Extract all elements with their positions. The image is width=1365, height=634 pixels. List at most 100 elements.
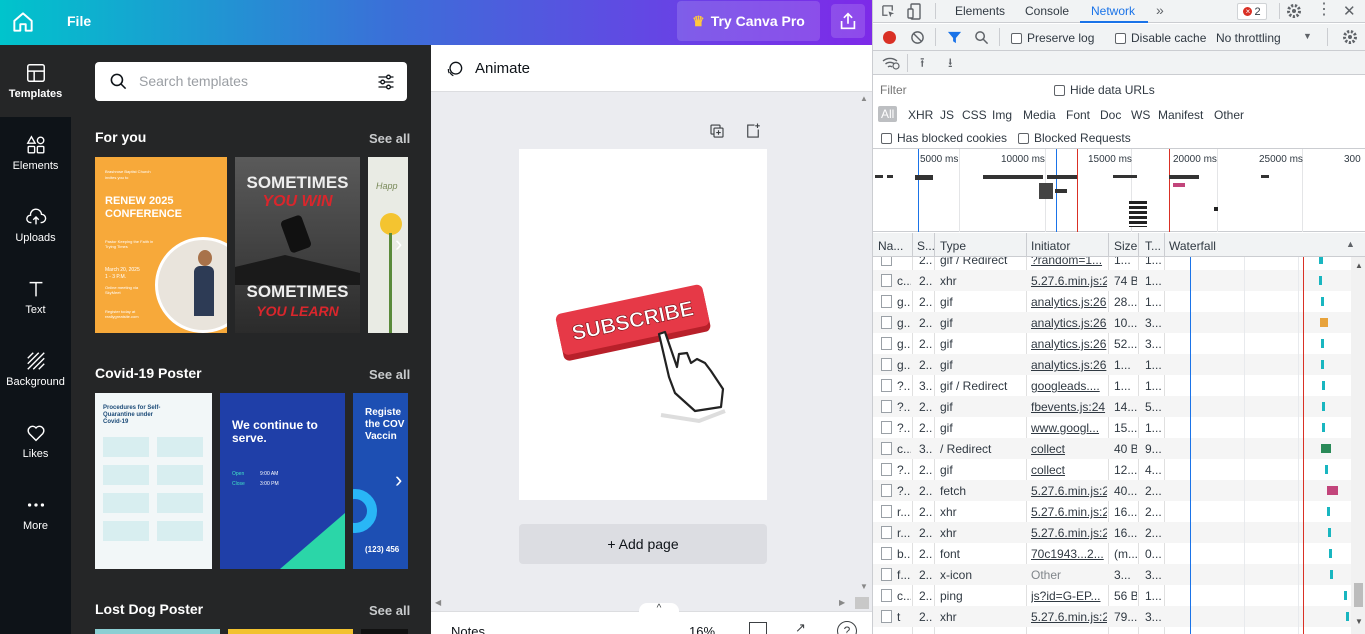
filter-type-media[interactable]: Media [1023,108,1056,122]
design-page[interactable]: SUBSCRIBE [519,149,767,500]
share-button[interactable] [831,4,865,38]
filter-type-img[interactable]: Img [992,108,1012,122]
chevron-up-icon[interactable]: ^ [639,603,679,615]
filter-type-all[interactable]: All [878,106,898,122]
preserve-log-checkbox[interactable]: Preserve log [1011,31,1094,45]
search-icon[interactable] [974,30,989,45]
network-conditions-icon[interactable] [882,56,900,70]
rail-elements[interactable]: Elements [0,117,71,189]
request-initiator[interactable]: analytics.js:26 [1031,358,1107,372]
request-initiator[interactable]: collect [1031,442,1107,456]
notes-button[interactable]: Notes [451,624,485,634]
template-thumbnail[interactable] [228,629,353,634]
network-request-row[interactable]: g... 2... gif analytics.js:26 28... 1... [873,291,1351,312]
column-status[interactable]: S... [917,239,935,253]
network-request-row[interactable]: g... 2... gif analytics.js:26 1... 1... [873,354,1351,375]
template-thumbnail[interactable]: We continue to serve. Open 9:00 AM Close… [220,393,345,569]
template-thumbnail[interactable]: Brashrose Baptist Church invites you to … [95,157,227,333]
editor-vertical-scrollbar[interactable]: ▲ ▼ [856,92,872,612]
filter-icon[interactable] [947,30,962,45]
network-overview-timeline[interactable]: 5000 ms 10000 ms 15000 ms 20000 ms 25000… [873,149,1365,232]
template-thumbnail[interactable] [361,629,408,634]
network-settings-gear-icon[interactable] [1342,29,1358,45]
network-request-row[interactable]: f... 2... x-icon Other 3... 3... [873,564,1351,585]
column-time[interactable]: T... [1145,239,1161,253]
filter-type-xhr[interactable]: XHR [908,108,933,122]
device-toolbar-icon[interactable] [907,3,923,20]
request-initiator[interactable]: fbevents.js:24 [1031,400,1107,414]
request-initiator[interactable]: analytics.js:26 [1031,337,1107,351]
template-thumbnail[interactable]: SOMETIMES YOU WIN SOMETIMES YOU LEARN [235,157,360,333]
network-request-row[interactable]: b... 2... font 70c1943...2... (m... 0... [873,543,1351,564]
request-initiator[interactable]: 5.27.6.min.js:2 [1031,484,1107,498]
gear-icon[interactable] [1286,3,1302,19]
inspect-element-icon[interactable] [881,4,896,19]
network-request-row[interactable]: r... 2... xhr 5.27.6.min.js:2 16... 2... [873,522,1351,543]
pages-icon[interactable] [749,622,767,634]
try-canva-pro-button[interactable]: ♛ Try Canva Pro [677,1,820,41]
filter-type-doc[interactable]: Doc [1100,108,1121,122]
tab-network[interactable]: Network [1091,4,1135,18]
column-waterfall[interactable]: Waterfall [1169,239,1216,253]
duplicate-page-icon[interactable] [708,122,726,140]
search-templates-input[interactable]: Search templates [95,62,407,101]
request-initiator[interactable]: googleads.... [1031,379,1107,393]
request-initiator[interactable]: 5.27.6.min.js:2 [1031,610,1107,624]
network-request-row[interactable]: r... 2... xhr 5.27.6.min.js:2 16... 2... [873,501,1351,522]
network-request-row[interactable]: c... 2... ping js?id=G-EP... 56 B 1... [873,585,1351,606]
filter-type-font[interactable]: Font [1066,108,1090,122]
request-initiator[interactable]: 5.27.6.min.js:2 [1031,526,1107,540]
hide-data-urls-checkbox[interactable]: Hide data URLs [1054,83,1155,97]
more-tabs-icon[interactable]: » [1156,2,1164,18]
clear-icon[interactable] [910,30,925,45]
network-request-row[interactable]: g... 2... gif analytics.js:26 52... 3... [873,333,1351,354]
filter-input[interactable] [877,80,1041,100]
throttling-select[interactable]: No throttling ▼ [1216,31,1312,45]
request-initiator[interactable]: 5.27.6.min.js:2 [1031,274,1107,288]
help-icon[interactable]: ? [837,621,857,634]
network-request-row[interactable]: ?... 3... gif / Redirect googleads.... 1... 1… [873,375,1351,396]
add-page-icon[interactable] [744,122,762,140]
export-har-icon[interactable]: ⭳ [948,54,953,76]
home-icon[interactable] [10,9,36,35]
rail-uploads[interactable]: Uploads [0,189,71,261]
chevron-right-icon[interactable]: › [395,466,411,494]
network-request-row[interactable]: t 2... xhr 5.27.6.min.js:2 79... 3... [873,606,1351,627]
request-initiator[interactable]: 70c1943...2... [1031,547,1107,561]
rail-text[interactable]: Text [0,261,71,333]
chevron-right-icon[interactable]: › [395,230,411,258]
add-page-button[interactable]: + Add page [519,524,767,564]
close-icon[interactable]: ✕ [1343,2,1356,20]
column-name[interactable]: Na... [878,239,903,253]
has-blocked-cookies-checkbox[interactable]: Has blocked cookies [881,131,1007,145]
animate-icon[interactable] [445,59,465,79]
blocked-requests-checkbox[interactable]: Blocked Requests [1018,131,1131,145]
disable-cache-checkbox[interactable]: Disable cache [1115,31,1206,45]
column-size[interactable]: Size [1114,239,1137,253]
fullscreen-icon[interactable]: ↗ [795,620,806,634]
devtools-vertical-scrollbar[interactable]: ▲ ▼ [1351,257,1365,634]
tab-console[interactable]: Console [1025,4,1069,18]
network-request-row[interactable]: 2... gif / Redirect ?random=1... 1... 1... [873,257,1351,270]
zoom-level[interactable]: 16% [689,624,715,634]
request-initiator[interactable]: www.googl... [1031,421,1107,435]
tab-elements[interactable]: Elements [955,4,1005,18]
rail-likes[interactable]: Likes [0,405,71,477]
see-all-link[interactable]: See all [369,367,410,382]
error-count-badge[interactable]: × 2 [1237,3,1267,20]
rail-more[interactable]: More [0,477,71,549]
network-request-row[interactable]: ?... 2... gif fbevents.js:24 14... 5... [873,396,1351,417]
column-type[interactable]: Type [940,239,966,253]
filter-type-css[interactable]: CSS [962,108,987,122]
network-request-row[interactable]: ?... 2... gif collect 12... 4... [873,459,1351,480]
network-request-row[interactable]: g... 2... gif analytics.js:26 10... 3... [873,312,1351,333]
request-initiator[interactable]: js?id=G-EP... [1031,589,1107,603]
rail-background[interactable]: Background [0,333,71,405]
request-initiator[interactable]: analytics.js:26 [1031,316,1107,330]
rail-templates[interactable]: Templates [0,45,71,117]
network-request-row[interactable]: ?... 2... gif www.googl... 15... 1... [873,417,1351,438]
filter-type-manifest[interactable]: Manifest [1158,108,1203,122]
record-icon[interactable] [883,31,896,44]
filter-type-ws[interactable]: WS [1131,108,1150,122]
network-request-row[interactable]: c... 3... / Redirect collect 40 B 9... [873,438,1351,459]
